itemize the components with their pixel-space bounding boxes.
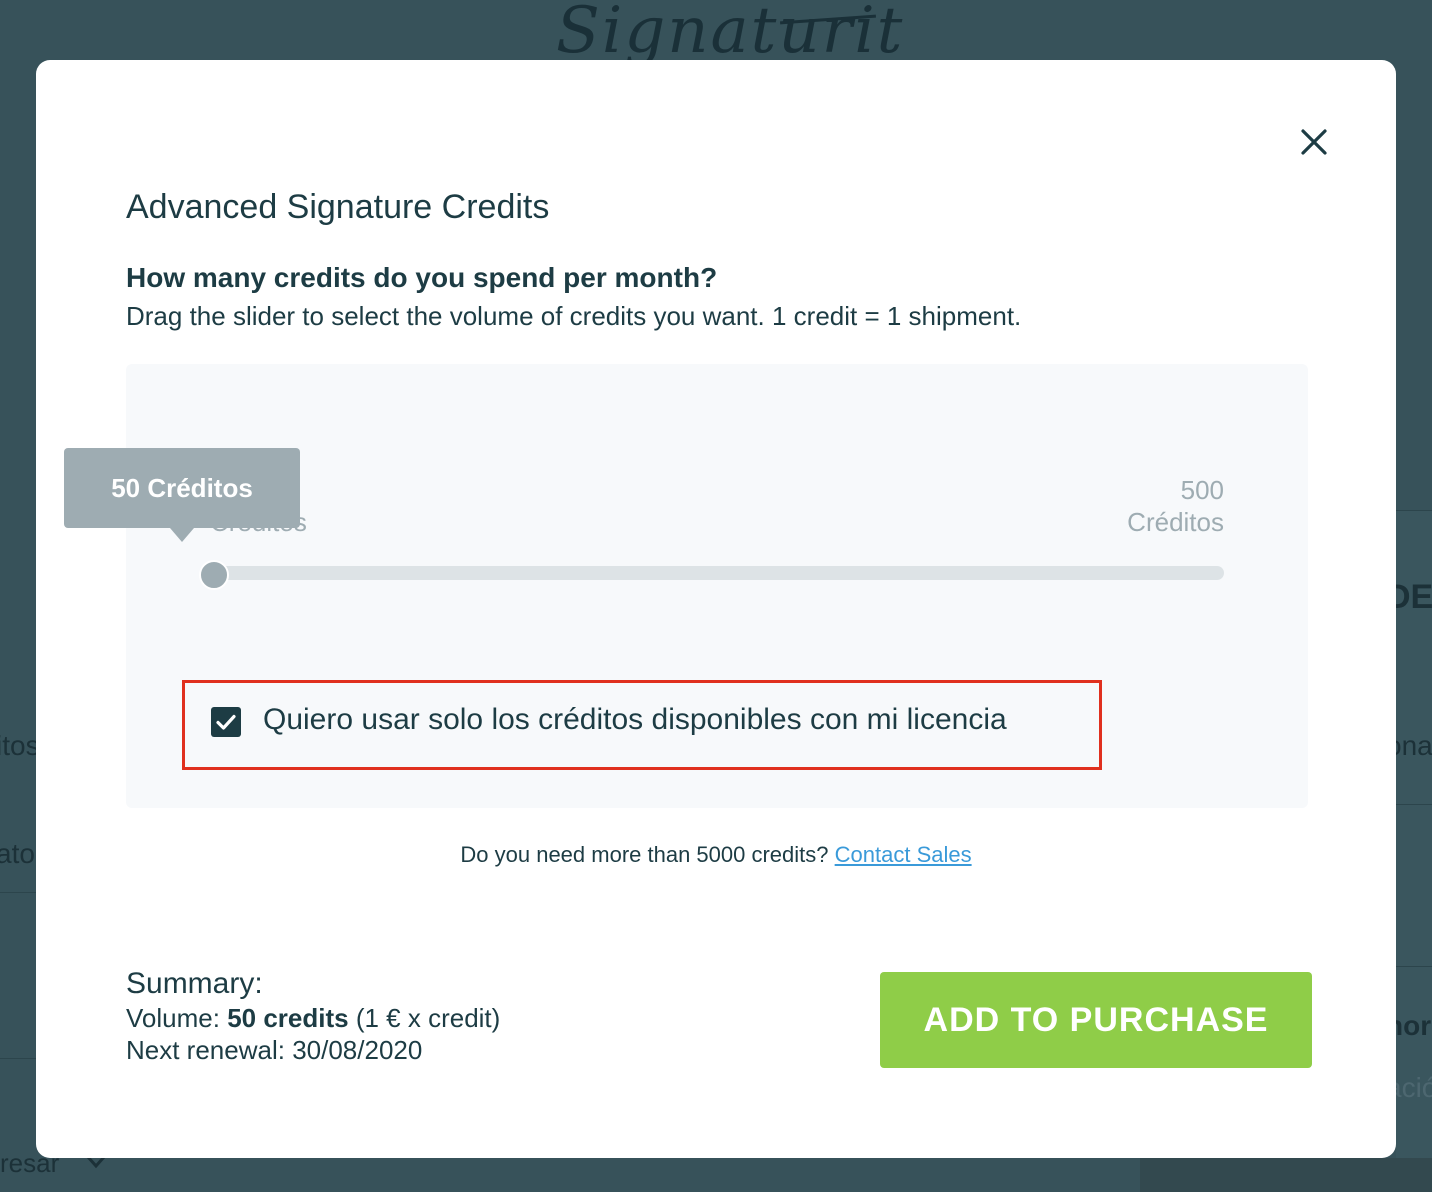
license-credits-label: Quiero usar solo los créditos disponible… <box>263 703 1007 736</box>
volume-label: Volume: <box>126 1003 220 1033</box>
slider-panel: 50 Créditos 500 Créditos Quiero usar sol… <box>126 364 1308 808</box>
credits-slider-track[interactable] <box>214 566 1224 580</box>
close-icon <box>1301 129 1327 155</box>
volume-value: 50 credits <box>227 1003 349 1033</box>
purchase-summary: Summary: Volume: 50 credits (1 € x credi… <box>126 966 500 1066</box>
tooltip-arrow <box>170 528 194 542</box>
background-text: itos <box>0 730 40 761</box>
more-credits-note: Do you need more than 5000 credits? Cont… <box>36 842 1396 868</box>
slider-value-tooltip: 50 Créditos <box>64 448 300 542</box>
renewal-label: Next renewal: <box>126 1035 285 1065</box>
renewal-date: 30/08/2020 <box>292 1035 423 1065</box>
slider-max-value: 500 <box>1180 475 1224 505</box>
tooltip-text: 50 Créditos <box>111 473 253 503</box>
divider <box>1396 804 1432 805</box>
contact-sales-link[interactable]: Contact Sales <box>835 842 972 867</box>
background-text: ato <box>0 838 35 869</box>
license-credits-checkbox[interactable] <box>211 707 241 737</box>
checkmark-icon <box>216 714 236 730</box>
slider-max-unit: Créditos <box>1127 507 1224 537</box>
signaturit-logo: Signaturit <box>556 0 905 68</box>
summary-renewal: Next renewal: 30/08/2020 <box>126 1034 500 1066</box>
question-heading: How many credits do you spend per month? <box>126 262 718 293</box>
volume-price: (1 € x credit) <box>355 1003 501 1033</box>
divider <box>0 892 40 893</box>
license-credits-option[interactable]: Quiero usar solo los créditos disponible… <box>182 680 1102 770</box>
slider-handle[interactable] <box>199 560 229 590</box>
more-credits-text: Do you need more than 5000 credits? <box>460 842 829 867</box>
divider <box>1396 966 1432 967</box>
modal-title: Advanced Signature Credits <box>126 188 550 226</box>
divider <box>0 1058 40 1059</box>
summary-volume: Volume: 50 credits (1 € x credit) <box>126 1002 500 1034</box>
credits-modal: Advanced Signature Credits How many cred… <box>36 60 1396 1158</box>
add-to-purchase-button[interactable]: ADD TO PURCHASE <box>880 972 1312 1068</box>
close-button[interactable] <box>1294 122 1334 162</box>
background-footer-strip <box>1140 1158 1432 1192</box>
slider-instructions: Drag the slider to select the volume of … <box>126 301 1022 331</box>
slider-max-label: 500 Créditos <box>1127 474 1224 538</box>
summary-title: Summary: <box>126 967 263 1000</box>
